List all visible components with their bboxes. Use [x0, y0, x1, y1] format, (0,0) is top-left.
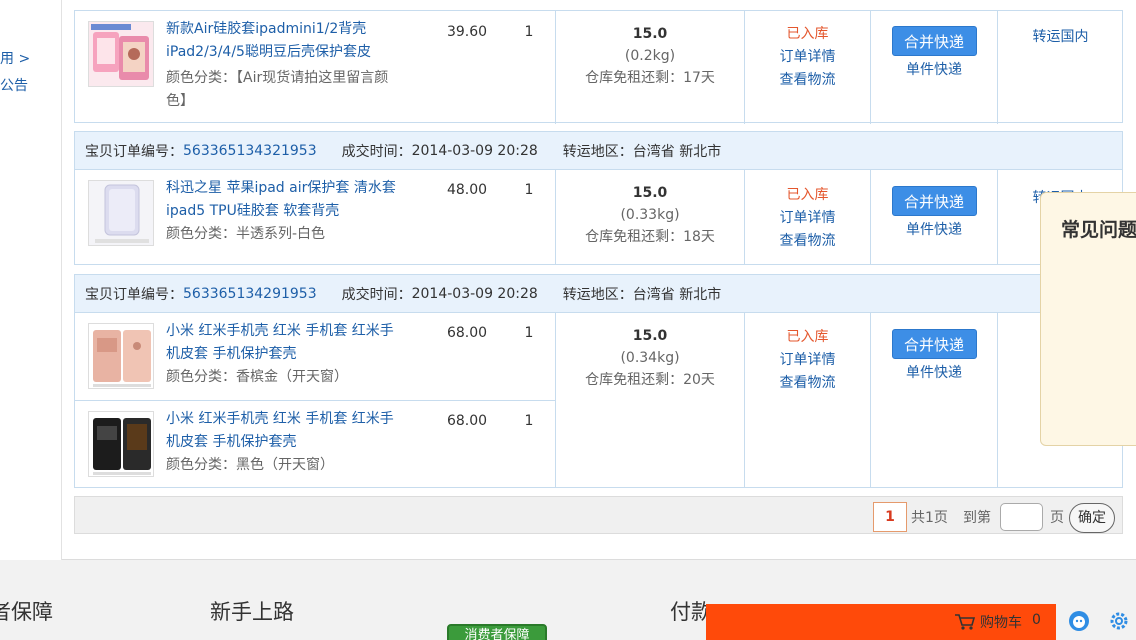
weight-value: 15.0 — [632, 185, 668, 201]
list-item: 小米 红米手机壳 红米 手机套 红米手机皮套 手机保护套壳 颜色分类：黑色（开天… — [75, 401, 555, 488]
page-number-current[interactable]: 1 — [873, 502, 907, 532]
product-thumbnail[interactable] — [88, 411, 154, 477]
status-cell: 已入库 订单详情 查看物流 — [745, 184, 870, 253]
order-time: 2014-03-09 20:28 — [411, 142, 538, 159]
merge-shipping-button[interactable]: 合并快递 — [891, 186, 977, 216]
product-quantity: 1 — [524, 24, 534, 40]
total-pages-text: 共1页 — [911, 510, 948, 526]
weight-kg: (0.2kg) — [624, 48, 676, 64]
region-value: 台湾省 新北市 — [632, 286, 722, 303]
product-price: 68.00 — [446, 325, 488, 341]
status-badge: 已入库 — [786, 26, 829, 42]
time-label: 成交时间： — [341, 286, 412, 303]
view-logistics-link[interactable]: 查看物流 — [745, 372, 870, 395]
view-logistics-link[interactable]: 查看物流 — [745, 69, 870, 92]
weight-value: 15.0 — [632, 26, 668, 42]
region-label: 转运地区： — [562, 286, 633, 303]
weight-kg: (0.34kg) — [620, 350, 680, 366]
product-thumbnail[interactable] — [88, 21, 154, 87]
product-price: 39.60 — [446, 24, 488, 40]
product-thumbnail[interactable] — [88, 323, 154, 389]
single-shipping-link[interactable]: 单件快递 — [871, 219, 997, 239]
product-title-link[interactable]: 小米 红米手机壳 红米 手机套 红米手机皮套 手机保护套壳 — [166, 408, 406, 454]
weight-cell: 15.0 (0.34kg) 仓库免租还剩：20天 — [556, 325, 744, 391]
list-item: 小米 红米手机壳 红米 手机套 红米手机皮套 手机保护套壳 颜色分类：香槟金（开… — [75, 313, 555, 400]
transfer-domestic-link[interactable]: 转运国内 — [998, 26, 1123, 46]
goto-label: 到第 — [963, 510, 991, 526]
single-shipping-link[interactable]: 单件快递 — [871, 362, 997, 382]
product-quantity: 1 — [524, 413, 534, 429]
product-sku: 颜色分类：黑色（开天窗） — [166, 457, 334, 473]
product-price: 68.00 — [446, 413, 488, 429]
free-storage-text: 仓库免租还剩：17天 — [585, 70, 715, 86]
single-shipping-link[interactable]: 单件快递 — [871, 59, 997, 79]
page-unit-label: 页 — [1050, 510, 1064, 526]
time-label: 成交时间： — [341, 143, 412, 160]
order-no-link[interactable]: 563365134291953 — [183, 286, 317, 302]
sidebar-link-1[interactable]: 用 > — [0, 48, 30, 68]
goto-page-input[interactable] — [1000, 503, 1043, 531]
product-title-link[interactable]: 科迅之星 苹果ipad air保护套 清水套 ipad5 TPU硅胶套 软套背壳 — [166, 177, 406, 223]
region-value: 台湾省 新北市 — [632, 143, 722, 160]
merge-shipping-button[interactable]: 合并快递 — [891, 329, 977, 359]
status-cell: 已入库 订单详情 查看物流 — [745, 23, 870, 92]
merge-shipping-button[interactable]: 合并快递 — [891, 26, 977, 56]
order-no-label: 宝贝订单编号： — [85, 143, 183, 160]
product-sku: 颜色分类：半透系列-白色 — [166, 226, 326, 242]
product-title-link[interactable]: 小米 红米手机壳 红米 手机套 红米手机皮套 手机保护套壳 — [166, 320, 406, 366]
faq-panel[interactable]: 常见问题 — [1040, 192, 1136, 446]
view-logistics-link[interactable]: 查看物流 — [745, 230, 870, 253]
region-label: 转运地区： — [562, 143, 633, 160]
status-badge: 已入库 — [786, 329, 829, 345]
order-header: 宝贝订单编号： 563365134291953 成交时间： 2014-03-09… — [75, 275, 1122, 313]
product-sku: 颜色分类：香槟金（开天窗） — [166, 369, 348, 385]
cart-label[interactable]: 购物车 — [980, 612, 1022, 632]
faq-title: 常见问题 — [1061, 219, 1136, 241]
free-storage-text: 仓库免租还剩：20天 — [585, 372, 715, 388]
gear-icon[interactable] — [1108, 610, 1130, 632]
footer-heading-protection: 者保障 — [0, 600, 53, 624]
order-no-label: 宝贝订单编号： — [85, 286, 183, 303]
list-item: 科迅之星 苹果ipad air保护套 清水套 ipad5 TPU硅胶套 软套背壳… — [75, 170, 555, 265]
free-storage-text: 仓库免租还剩：18天 — [585, 229, 715, 245]
order-detail-link[interactable]: 订单详情 — [745, 46, 870, 69]
order-time: 2014-03-09 20:28 — [411, 285, 538, 302]
product-quantity: 1 — [524, 325, 534, 341]
status-cell: 已入库 订单详情 查看物流 — [745, 326, 870, 395]
order-block-1: 新款Air硅胶套ipadmini1/2背壳 iPad2/3/4/5聪明豆后壳保护… — [74, 10, 1123, 124]
order-detail-link[interactable]: 订单详情 — [745, 207, 870, 230]
pagination-bar: 1 共1页 到第 页 确定 — [74, 496, 1123, 534]
order-no-link[interactable]: 563365134321953 — [183, 143, 317, 159]
cart-icon — [955, 614, 975, 630]
weight-cell: 15.0 (0.2kg) 仓库免租还剩：17天 — [556, 23, 744, 89]
cart-count: 0 — [1032, 612, 1041, 628]
left-sidebar: 用 > 公告 — [0, 0, 62, 560]
order-block-3: 宝贝订单编号： 563365134291953 成交时间： 2014-03-09… — [74, 274, 1123, 488]
product-price: 48.00 — [446, 182, 488, 198]
shipping-cell: 合并快递 单件快递 — [871, 184, 997, 239]
status-badge: 已入库 — [786, 187, 829, 203]
customer-service-icon[interactable] — [1068, 610, 1090, 632]
footer-heading-newbie: 新手上路 — [210, 600, 294, 624]
weight-value: 15.0 — [632, 328, 668, 344]
consumer-protection-badge[interactable]: 消费者保障 — [447, 624, 547, 640]
confirm-page-button[interactable]: 确定 — [1069, 503, 1115, 533]
product-thumbnail[interactable] — [88, 180, 154, 246]
order-detail-link[interactable]: 订单详情 — [745, 349, 870, 372]
order-block-2: 宝贝订单编号： 563365134321953 成交时间： 2014-03-09… — [74, 131, 1123, 265]
order-header: 宝贝订单编号： 563365134321953 成交时间： 2014-03-09… — [75, 132, 1122, 170]
product-quantity: 1 — [524, 182, 534, 198]
sidebar-link-announcement[interactable]: 公告 — [0, 75, 28, 95]
weight-cell: 15.0 (0.33kg) 仓库免租还剩：18天 — [556, 182, 744, 248]
shipping-cell: 合并快递 单件快递 — [871, 327, 997, 382]
shipping-cell: 合并快递 单件快递 — [871, 24, 997, 79]
page: 用 > 公告 新款Air硅胶套ipadmini1/2背壳 iPad2/3/4/5… — [0, 0, 1136, 640]
product-title-link[interactable]: 新款Air硅胶套ipadmini1/2背壳 iPad2/3/4/5聪明豆后壳保护… — [166, 18, 406, 64]
product-sku: 颜色分类：【Air现货请拍这里留言颜色】 — [166, 70, 389, 109]
weight-kg: (0.33kg) — [620, 207, 680, 223]
list-item: 新款Air硅胶套ipadmini1/2背壳 iPad2/3/4/5聪明豆后壳保护… — [75, 11, 555, 124]
